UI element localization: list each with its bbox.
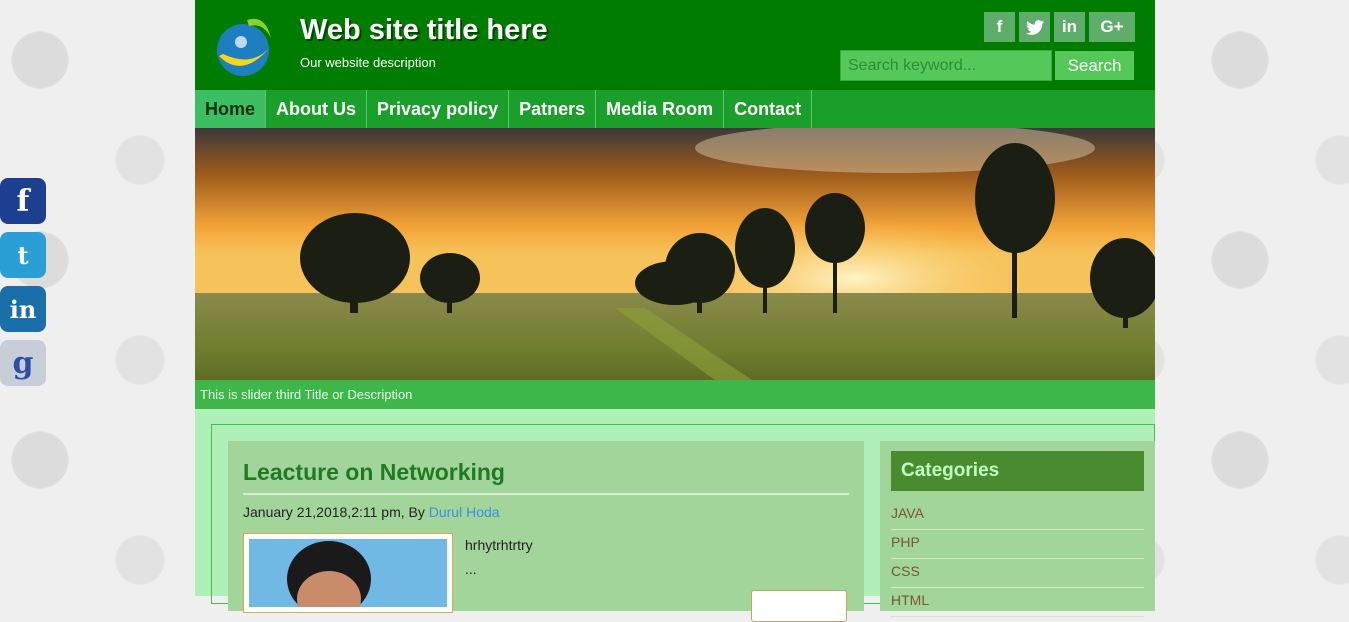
post-title[interactable]: Leacture on Networking (243, 459, 505, 486)
slider-image (195, 128, 1155, 409)
nav-item-contact[interactable]: Contact (724, 90, 813, 128)
slider-caption: This is slider third Title or Descriptio… (195, 380, 1155, 409)
site-title[interactable]: Web site title here (300, 14, 548, 47)
post-excerpt-ellipsis: ... (465, 561, 477, 577)
search-button[interactable]: Search (1055, 51, 1134, 80)
nav-item-patners[interactable]: Patners (509, 90, 597, 128)
twitter-icon[interactable]: t (0, 232, 46, 278)
post-meta: January 21,2018,2:11 pm, By Durul Hoda (243, 504, 500, 520)
main-nav: Home About Us Privacy policy Patners Med… (195, 90, 1155, 128)
site-description: Our website description (300, 55, 436, 70)
categories-list: JAVA PHP CSS HTML (891, 501, 1144, 617)
site-header: Web site title here Our website descript… (195, 0, 1155, 90)
category-link-css[interactable]: CSS (891, 559, 1144, 588)
category-link-html[interactable]: HTML (891, 588, 1144, 617)
linkedin-icon[interactable]: in (0, 286, 46, 332)
post-thumbnail[interactable] (243, 533, 453, 613)
hero-slider[interactable]: This is slider third Title or Descriptio… (195, 128, 1155, 409)
post-card: Leacture on Networking January 21,2018,2… (228, 441, 864, 622)
google-plus-icon[interactable]: G+ (1089, 12, 1135, 42)
post-date: January 21,2018,2:11 pm, By (243, 504, 425, 520)
header-social-links: f in G+ (984, 12, 1135, 42)
facebook-icon[interactable]: f (0, 178, 46, 224)
read-more-button[interactable] (751, 590, 847, 622)
post-excerpt: hrhytrhtrtry (465, 537, 533, 553)
categories-heading: Categories (891, 451, 1144, 491)
nav-item-privacy-policy[interactable]: Privacy policy (367, 90, 510, 128)
sidebar: Categories JAVA PHP CSS HTML (880, 441, 1155, 617)
page-container: Web site title here Our website descript… (195, 0, 1155, 622)
floating-social-bar: f t in g (0, 178, 46, 394)
post-divider (243, 493, 849, 495)
site-logo[interactable] (213, 10, 277, 78)
nav-item-about-us[interactable]: About Us (266, 90, 368, 128)
category-link-php[interactable]: PHP (891, 530, 1144, 559)
post-author-link[interactable]: Durul Hoda (429, 504, 500, 520)
nav-item-home[interactable]: Home (195, 90, 267, 128)
facebook-icon[interactable]: f (984, 12, 1015, 42)
category-link-java[interactable]: JAVA (891, 501, 1144, 530)
search-input[interactable] (840, 50, 1052, 81)
google-icon[interactable]: g (0, 340, 46, 386)
nav-item-media-room[interactable]: Media Room (596, 90, 725, 128)
post-thumbnail-image (249, 539, 447, 607)
twitter-icon[interactable] (1019, 12, 1050, 42)
linkedin-icon[interactable]: in (1054, 12, 1085, 42)
